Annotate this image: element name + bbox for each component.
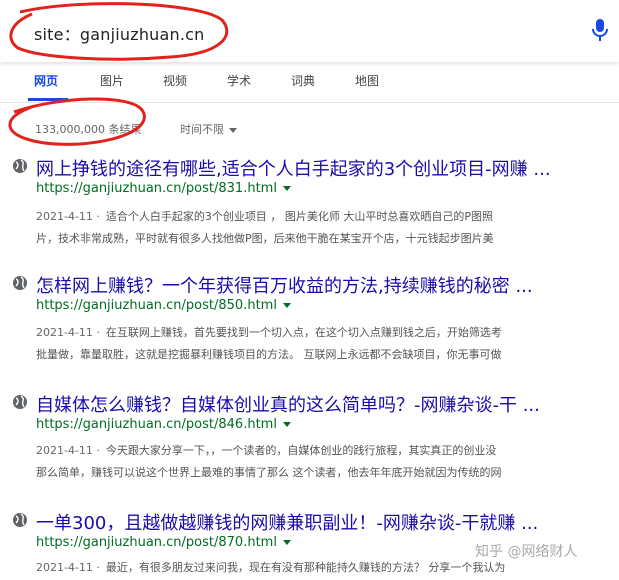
result-date: 2021-4-11 · — [36, 444, 100, 457]
result-snippet: 2021-4-11 · 今天跟大家分享一下，，一个读者的，自媒体创业的践行旅程，其… — [36, 442, 496, 458]
globe-icon — [13, 159, 27, 173]
snippet-line: 适合个人白手起家的3个创业项目 ， 图片美化师 大山平时总喜欢晒自己的P图照 — [105, 210, 494, 223]
result-url-text: https://ganjiuzhuan.cn/post/870.html — [36, 535, 277, 550]
result-snippet: 2021-4-11 · 适合个人白手起家的3个创业项目 ， 图片美化师 大山平时总… — [36, 208, 493, 224]
result-date: 2021-4-11 · — [36, 210, 100, 223]
search-tabs: 网页 图片 视频 学术 词典 地图 — [0, 62, 619, 103]
chevron-down-icon — [282, 186, 291, 191]
result-date: 2021-4-11 · — [36, 561, 100, 574]
search-bar: site：ganjiuzhuan.cn — [0, 0, 619, 62]
snippet-line: 片，技术非常成熟，平时就有很多人找他做P图，后来他干脆在某宝开个店，十元钱起步图… — [36, 232, 494, 245]
result-title-link[interactable]: 网上挣钱的途径有哪些,适合个人白手起家的3个创业项目-网赚 ... — [36, 155, 551, 181]
time-filter-dropdown[interactable]: 时间不限 — [180, 121, 237, 137]
result-snippet: 片，技术非常成熟，平时就有很多人找他做P图，后来他干脆在某宝开个店，十元钱起步图… — [36, 230, 494, 246]
result-url[interactable]: https://ganjiuzhuan.cn/post/831.html — [36, 181, 291, 196]
result-url-text: https://ganjiuzhuan.cn/post/831.html — [36, 181, 277, 196]
tab-web[interactable]: 网页 — [34, 72, 58, 89]
result-title-link[interactable]: 怎样网上赚钱？一个年获得百万收益的方法,持续赚钱的秘密 ... — [36, 272, 533, 298]
tab-images[interactable]: 图片 — [100, 72, 124, 89]
result-title-link[interactable]: 自媒体怎么赚钱？自媒体创业真的这么简单吗？-网赚杂谈-干 ... — [36, 391, 540, 417]
result-title-link[interactable]: 一单300，且越做越赚钱的网赚兼职副业！-网赚杂谈-干就赚 ... — [36, 509, 538, 535]
result-snippet: 2021-4-11 · 最近，有很多朋友过来问我，现在有没有那种能持久赚钱的方法？… — [36, 559, 505, 575]
chevron-down-icon — [229, 127, 237, 133]
tab-maps[interactable]: 地图 — [355, 72, 379, 89]
time-filter-label: 时间不限 — [180, 123, 224, 136]
chevron-down-icon — [282, 303, 291, 308]
tab-dictionary[interactable]: 词典 — [291, 72, 315, 89]
snippet-line: 那么简单，赚钱可以说这个世界上最难的事情了那么 这个读者，他去年年底开始就因为传… — [36, 466, 502, 479]
result-url[interactable]: https://ganjiuzhuan.cn/post/850.html — [36, 298, 291, 313]
globe-icon — [13, 276, 27, 290]
globe-icon — [13, 395, 27, 409]
result-snippet: 那么简单，赚钱可以说这个世界上最难的事情了那么 这个读者，他去年年底开始就因为传… — [36, 464, 502, 480]
active-tab-indicator — [28, 98, 68, 101]
tab-videos[interactable]: 视频 — [163, 72, 187, 89]
result-url[interactable]: https://ganjiuzhuan.cn/post/846.html — [36, 417, 291, 432]
snippet-line: 今天跟大家分享一下，，一个读者的，自媒体创业的践行旅程，其实真正的创业没 — [105, 444, 497, 457]
globe-icon — [13, 513, 27, 527]
search-input[interactable]: site：ganjiuzhuan.cn — [34, 21, 204, 45]
snippet-line: 批量做，靠量取胜，这就是挖掘暴利赚钱项目的方法。 互联网上永远都不会缺项目，你无… — [36, 348, 502, 361]
tab-academic[interactable]: 学术 — [227, 72, 251, 89]
result-url-text: https://ganjiuzhuan.cn/post/846.html — [36, 417, 277, 432]
microphone-icon[interactable] — [590, 18, 610, 42]
result-snippet: 批量做，靠量取胜，这就是挖掘暴利赚钱项目的方法。 互联网上永远都不会缺项目，你无… — [36, 346, 502, 362]
chevron-down-icon — [282, 422, 291, 427]
result-snippet: 2021-4-11 · 在互联网上赚钱，首先要找到一个切入点，在这个切入点赚到钱之… — [36, 324, 502, 340]
result-count: 133,000,000 条结果 — [35, 123, 142, 136]
result-date: 2021-4-11 · — [36, 326, 100, 339]
result-url[interactable]: https://ganjiuzhuan.cn/post/870.html — [36, 535, 291, 550]
snippet-line: 在互联网上赚钱，首先要找到一个切入点，在这个切入点赚到钱之后，开始筛选考 — [105, 326, 502, 339]
snippet-line: 最近，有很多朋友过来问我，现在有没有那种能持久赚钱的方法？ 分享一个我认为 — [105, 561, 506, 574]
zhihu-watermark: 知乎 @网络财人 — [475, 544, 578, 560]
result-url-text: https://ganjiuzhuan.cn/post/850.html — [36, 298, 277, 313]
chevron-down-icon — [282, 540, 291, 545]
